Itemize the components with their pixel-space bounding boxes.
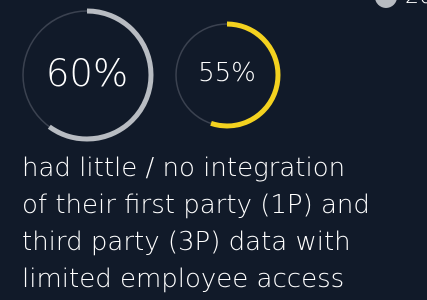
caption: had little / no integration of their fir… bbox=[22, 150, 427, 298]
caption-line: of their first party (1P) and bbox=[22, 190, 370, 220]
stat-card: 202 60% 55% had little / no integration … bbox=[0, 0, 427, 300]
caption-line: had little / no integration bbox=[22, 153, 346, 183]
donut-value-label-2: 55% bbox=[198, 58, 256, 88]
caption-line: third party (3P) data with bbox=[22, 227, 351, 257]
caption-line: limited employee access bbox=[22, 264, 345, 294]
donut-value-label-1: 60% bbox=[45, 52, 129, 95]
